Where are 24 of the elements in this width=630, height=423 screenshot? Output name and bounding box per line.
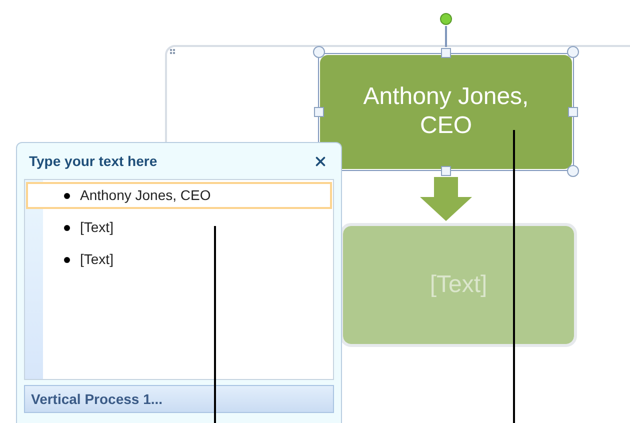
bullet-icon [64, 192, 70, 198]
rotation-handle[interactable] [445, 26, 447, 47]
side-handle[interactable] [568, 107, 578, 117]
pane-title: Type your text here [29, 152, 158, 171]
item-text: Anthony Jones, CEO [80, 186, 211, 205]
down-arrow-icon [420, 177, 472, 221]
bullet-icon [64, 256, 70, 262]
item-text: [Text] [80, 218, 114, 237]
frame-grip-icon[interactable] [170, 49, 175, 54]
item-text: [Text] [80, 250, 114, 269]
side-handle[interactable] [441, 166, 451, 176]
bullet-icon [64, 224, 70, 230]
layout-name-bar[interactable]: Vertical Process 1... [24, 385, 334, 413]
side-handle[interactable] [314, 107, 324, 117]
side-handle[interactable] [441, 48, 451, 58]
corner-handle[interactable] [567, 165, 579, 177]
rotation-handle-icon[interactable] [440, 13, 452, 25]
text-list[interactable]: Anthony Jones, CEO [Text] [Text] [24, 179, 334, 380]
text-list-item[interactable]: Anthony Jones, CEO [26, 182, 332, 209]
text-list-item[interactable]: [Text] [26, 214, 332, 241]
corner-handle[interactable] [313, 46, 325, 58]
text-list-item[interactable]: [Text] [26, 246, 332, 273]
corner-handle[interactable] [567, 46, 579, 58]
layout-name: Vertical Process 1... [31, 390, 163, 408]
